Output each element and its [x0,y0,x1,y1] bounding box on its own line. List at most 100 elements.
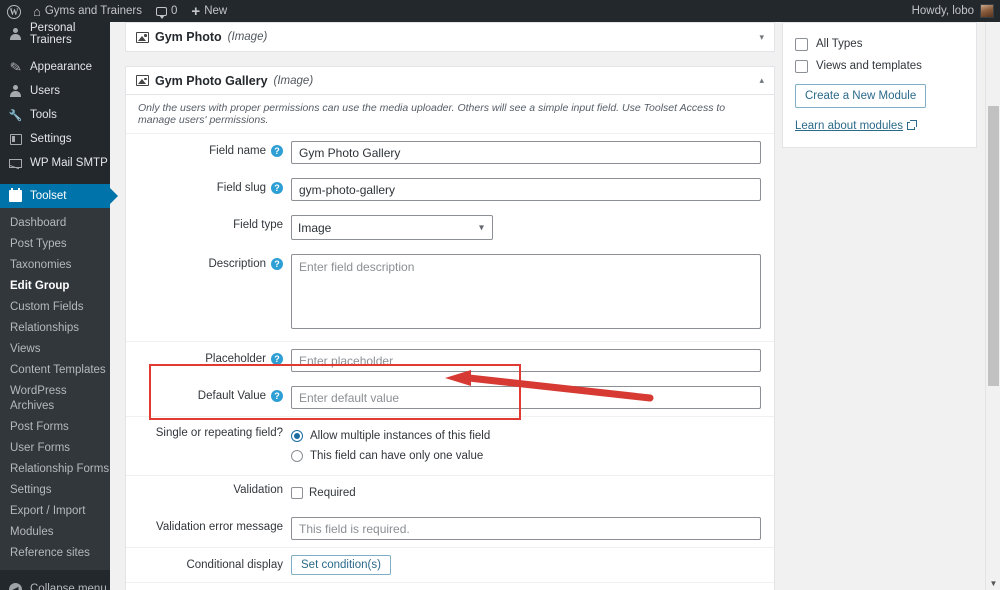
sidebar-item-label: Tools [30,109,57,121]
validation-error-input[interactable] [291,517,761,540]
row-conditional-display: Conditional display Set condition(s) [126,547,774,582]
checkbox-required[interactable]: Required [291,483,764,503]
validation-control: Required [291,483,764,503]
placeholder-input[interactable] [291,349,761,372]
field-box-gym-photo: Gym Photo (Image) ▾ [125,22,775,52]
sidebar-item-wp-mail-smtp[interactable]: WP Mail SMTP [0,151,110,175]
sidebar-item-personal-trainers[interactable]: Personal Trainers [0,22,110,46]
sidebar-item-label: Personal Trainers [30,22,76,46]
screen-root: W Gyms and Trainers 0 New Howdy, lobo Pe… [0,0,1000,590]
submenu-item-settings[interactable]: Settings [0,480,110,501]
main-column: Gym Photo (Image) ▾ Gym Photo Gallery (I… [125,22,775,590]
submenu-item-edit-group[interactable]: Edit Group [0,276,110,297]
submenu-item-post-forms[interactable]: Post Forms [0,417,110,438]
sidebar-item-label: Users [30,85,61,97]
new-label: New [204,5,228,17]
submenu-item-modules[interactable]: Modules [0,522,110,543]
sidebar-item-label: Settings [30,133,72,145]
field-type-control: Image [291,215,764,240]
learn-about-modules-link[interactable]: Learn about modules [795,120,918,132]
brush-icon [8,60,23,75]
submenu-item-custom-fields[interactable]: Custom Fields [0,297,110,318]
submenu-item-user-forms[interactable]: User Forms [0,438,110,459]
sidebar-item-tools[interactable]: Tools [0,103,110,127]
description-control [291,254,764,334]
submenu-item-relationships[interactable]: Relationships [0,318,110,339]
admin-sidebar-menu: Personal Trainers Appearance Users Tools… [0,22,110,590]
field-type-select[interactable]: Image [291,215,493,240]
row-validation-error: Validation error message [126,510,774,547]
submenu-item-views[interactable]: Views [0,339,110,360]
toolset-submenu: Dashboard Post Types Taxonomies Edit Gro… [0,208,110,570]
howdy-label: Howdy, lobo [911,5,974,17]
field-slug-input[interactable] [291,178,761,201]
menu-separator [0,175,110,184]
validation-label: Validation [233,484,283,496]
help-icon[interactable]: ? [271,182,283,194]
chevron-left-icon: ◀ [9,582,22,590]
help-icon[interactable]: ? [271,145,283,157]
submenu-item-content-templates[interactable]: Content Templates [0,360,110,381]
placeholder-label: Placeholder [205,353,266,365]
checkbox-icon[interactable] [795,59,808,73]
radio-single-value[interactable]: This field can have only one value [291,446,764,466]
checkbox-icon[interactable] [795,37,808,51]
account-menu[interactable]: Howdy, lobo [912,4,1000,18]
submenu-item-reference-sites[interactable]: Reference sites [0,543,110,564]
sidebar-item-appearance[interactable]: Appearance [0,55,110,79]
chevron-up-icon[interactable]: ▴ [759,75,764,86]
submenu-item-post-types[interactable]: Post Types [0,234,110,255]
chevron-down-icon[interactable]: ▾ [759,32,764,43]
checkbox-all-types[interactable]: All Types [795,33,964,55]
wrench-icon [8,108,23,123]
field-box-gym-photo-gallery: Gym Photo Gallery (Image) ▴ Only the use… [125,66,775,590]
submenu-item-wordpress-archives[interactable]: WordPress Archives [0,381,110,417]
site-name-menu[interactable]: Gyms and Trainers [26,0,149,22]
help-icon[interactable]: ? [271,353,283,365]
radio-icon-selected[interactable] [291,430,303,442]
field-box-title: Gym Photo (Image) [136,30,267,44]
submenu-item-taxonomies[interactable]: Taxonomies [0,255,110,276]
views-templates-label: Views and templates [816,60,922,72]
all-types-label: All Types [816,38,863,50]
scroll-down-arrow-icon[interactable]: ▼ [990,579,998,588]
placeholder-label-wrap: Placeholder ? [136,349,291,365]
description-textarea[interactable] [291,254,761,329]
help-icon[interactable]: ? [271,390,283,402]
toolset-icon [8,188,23,204]
sidebar-item-users[interactable]: Users [0,79,110,103]
field-box-header[interactable]: Gym Photo Gallery (Image) ▴ [126,67,774,95]
create-new-module-button[interactable]: Create a New Module [795,84,927,108]
checkbox-views-and-templates[interactable]: Views and templates [795,55,964,77]
default-value-input[interactable] [291,386,761,409]
wordpress-logo-icon[interactable]: W [0,3,26,20]
help-icon[interactable]: ? [271,258,283,270]
new-content-menu[interactable]: New [184,0,234,22]
field-box-header[interactable]: Gym Photo (Image) ▾ [126,23,774,51]
radio-allow-multiple-label: Allow multiple instances of this field [310,430,491,442]
set-conditions-button[interactable]: Set condition(s) [291,555,391,575]
image-icon [136,31,149,43]
field-slug-label-wrap: Field slug ? [136,178,291,194]
submenu-item-dashboard[interactable]: Dashboard [0,213,110,234]
radio-icon-unselected[interactable] [291,450,303,462]
submenu-item-export-import[interactable]: Export / Import [0,501,110,522]
radio-allow-multiple[interactable]: Allow multiple instances of this field [291,426,764,446]
field-name-input[interactable] [291,141,761,164]
required-label: Required [309,487,356,499]
submenu-item-relationship-forms[interactable]: Relationship Forms [0,459,110,480]
field-type-note: (Image) [227,31,268,43]
comment-bubble-icon [156,6,168,19]
repeating-label-wrap: Single or repeating field? [136,426,291,439]
field-title-text: Gym Photo Gallery [155,73,268,88]
sidebar-item-toolset[interactable]: Toolset [0,184,110,208]
collapse-menu-button[interactable]: ◀ Collapse menu [0,576,110,590]
checkbox-icon[interactable] [291,487,303,499]
vertical-scrollbar[interactable]: ▲ ▼ [985,2,1000,590]
collapse-menu-label: Collapse menu [30,583,107,590]
person-icon [8,84,23,99]
comments-menu[interactable]: 0 [149,0,184,22]
person-icon [8,27,23,42]
sidebar-item-settings[interactable]: Settings [0,127,110,151]
scrollbar-thumb[interactable] [988,106,999,386]
